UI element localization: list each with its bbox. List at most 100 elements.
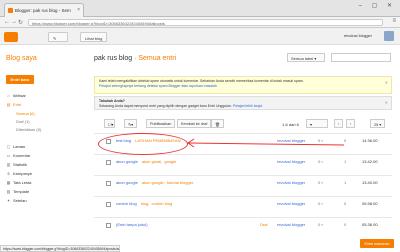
delete-button[interactable]: 🗑 [211, 119, 224, 128]
reload-icon[interactable]: ↻ [18, 19, 23, 26]
blog-name[interactable]: pak rus blog [94, 55, 132, 62]
tag-icon: ✎▾ [128, 123, 134, 127]
blogger-header: ✎ Lihat blog revolusi blogger [0, 28, 400, 45]
sidebar-item-posts[interactable]: ▤ Entri [6, 102, 22, 107]
post-label[interactable]: akun google [142, 180, 164, 185]
next-page-button[interactable]: › [346, 119, 356, 128]
sidebar-title: Blog saya [6, 55, 37, 62]
tab-title: Blogger: pak rus blog - Sem [15, 8, 71, 13]
browser-titlebar: Blogger: pak rus blog - Sem × – ▢ ✕ [0, 0, 400, 17]
post-title[interactable]: akun google akun google, tutorial blogger [116, 180, 193, 185]
comment-count: 0 ▪ [318, 222, 323, 227]
annotation-circle [98, 133, 188, 155]
tip-box: Tahukah Anda? Sekarang Anda dapat menyor… [94, 96, 392, 110]
view-count: 0 [344, 222, 347, 227]
tip-link[interactable]: Pelajari lebih lanjut [233, 104, 262, 108]
sidebar-item-overview[interactable]: ⌂ Ikhtisar [6, 93, 26, 98]
post-author[interactable]: revolusi blogger [277, 201, 305, 206]
post-title[interactable]: contoh blog blog, contoh blog [116, 201, 172, 206]
layout-icon: ▦ [6, 180, 11, 185]
table-row[interactable]: (Entri tanpa judul) Draf revolusi blogge… [94, 217, 392, 237]
post-title[interactable]: (Entri tanpa judul) [116, 222, 148, 227]
close-icon[interactable]: ✕ [385, 80, 388, 85]
new-post-button[interactable]: Entri baru [6, 75, 34, 84]
row-checkbox[interactable] [106, 202, 111, 207]
view-blog-button[interactable]: Lihat blog [80, 32, 108, 42]
prev-page-button[interactable]: ‹ [334, 119, 344, 128]
select-all-checkbox[interactable]: ☐▾ [104, 119, 115, 128]
browser-tab[interactable]: Blogger: pak rus blog - Sem × [4, 3, 84, 17]
browser-menu-icon[interactable]: ≡ [392, 18, 396, 24]
window-controls[interactable]: – ▢ ✕ [359, 2, 396, 9]
home-icon: ⌂ [7, 93, 10, 98]
back-icon[interactable]: ← [4, 19, 10, 25]
post-date: 05.36.00 [362, 222, 378, 227]
send-feedback-button[interactable]: Kirim masukan [360, 239, 394, 248]
avatar[interactable] [384, 31, 394, 41]
post-author[interactable]: revolusi blogger [277, 180, 305, 185]
page-dropdown[interactable]: ▾ [306, 119, 328, 128]
blogger-logo-icon[interactable] [4, 32, 18, 42]
sidebar: Blog saya Entri baru ⌂ Ikhtisar ▤ Entri Se… [0, 45, 82, 245]
post-label[interactable]: tutorial blogger [167, 180, 193, 185]
row-checkbox[interactable] [106, 160, 111, 165]
sidebar-item-layout[interactable]: ▦ Tata Letak [6, 180, 32, 185]
spam-notice: Kami telah mengaktifkan deteksi spam oto… [94, 76, 392, 94]
comment-count: 0 ▪ [318, 159, 323, 164]
sidebar-item-campaigns[interactable]: $ Kampanye [6, 171, 32, 176]
document-icon: ▤ [6, 102, 11, 107]
annotation-arrow [187, 138, 345, 148]
post-label[interactable]: blog [141, 201, 149, 206]
address-bar-row: ← → ↻ https://www.blogger.com/blogger.g?… [0, 17, 400, 28]
sidebar-item-stats[interactable]: ▥ Statistik [6, 162, 27, 167]
page-range: 1-6 dari 6 [282, 122, 299, 127]
page-icon: ▢ [6, 144, 11, 149]
post-title[interactable]: akun google akun gmail, google [116, 159, 176, 164]
view-count: 0 [344, 201, 347, 206]
sidebar-item-pages[interactable]: ▢ Laman [6, 144, 26, 149]
post-label[interactable]: google [164, 159, 176, 164]
table-row[interactable]: contoh blog blog, contoh blog revolusi bl… [94, 196, 392, 216]
sidebar-item-template[interactable]: ▧ Template [6, 189, 30, 194]
pencil-icon: ✎ [53, 36, 57, 41]
wrench-icon: ✦ [6, 198, 11, 203]
label-button[interactable]: ✎▾ [124, 119, 138, 128]
close-tab-icon[interactable]: × [77, 7, 80, 13]
close-icon[interactable]: ✕ [385, 100, 388, 105]
search-input[interactable] [331, 53, 391, 62]
sidebar-item-settings[interactable]: ✦ Setelan [6, 198, 27, 203]
sidebar-item-comments[interactable]: ▭ Komentar [6, 153, 31, 158]
view-count: 1 [344, 180, 347, 185]
forward-icon[interactable]: → [11, 19, 17, 25]
post-author[interactable]: revolusi blogger [277, 222, 305, 227]
row-checkbox[interactable] [106, 223, 111, 228]
per-page-select[interactable]: 25 ▾ [370, 119, 386, 128]
post-label[interactable]: akun gmail [142, 159, 161, 164]
label-filter-dropdown[interactable]: Semua label ▾ [287, 53, 325, 62]
blogger-favicon-icon [8, 8, 13, 13]
post-date: 13.42.00 [362, 159, 378, 164]
url-input[interactable]: https://www.blogger.com/blogger.g?blogID… [28, 19, 383, 26]
table-row[interactable]: akun google akun google, tutorial blogger… [94, 175, 392, 195]
post-author[interactable]: revolusi blogger [277, 159, 305, 164]
chart-icon: ▥ [6, 162, 11, 167]
user-name[interactable]: revolusi blogger [344, 33, 372, 38]
status-url: https://www.blogger.com/blogger.g?blogID… [0, 245, 120, 252]
draft-badge: Draf [260, 222, 268, 227]
comment-icon: ▭ [6, 153, 11, 158]
sidebar-subitem-published[interactable]: Diterbitkan (5) [16, 127, 41, 132]
comment-count: 0 ▪ [318, 201, 323, 206]
post-label[interactable]: contoh blog [151, 201, 172, 206]
spam-notice-link[interactable]: Pelajari selengkapnya tentang deteksi sp… [99, 84, 387, 89]
edit-pencil-button[interactable]: ✎ [48, 32, 68, 42]
posts-toolbar: ☐▾ ✎▾ Publikasikan Kembali ke draf 🗑 1-6… [94, 117, 392, 131]
post-date: 13.40.00 [362, 180, 378, 185]
chevron-down-icon: ▾ [314, 56, 317, 61]
sidebar-subitem-drafts[interactable]: Draf (1) [16, 119, 30, 124]
table-row[interactable]: akun google akun gmail, google revolusi b… [94, 154, 392, 174]
revert-to-draft-button[interactable]: Kembali ke draf [177, 119, 212, 128]
publish-button[interactable]: Publikasikan [146, 119, 176, 128]
comment-count: 0 ▪ [318, 180, 323, 185]
sidebar-subitem-all[interactable]: Semua (6) [16, 111, 35, 116]
row-checkbox[interactable] [106, 181, 111, 186]
